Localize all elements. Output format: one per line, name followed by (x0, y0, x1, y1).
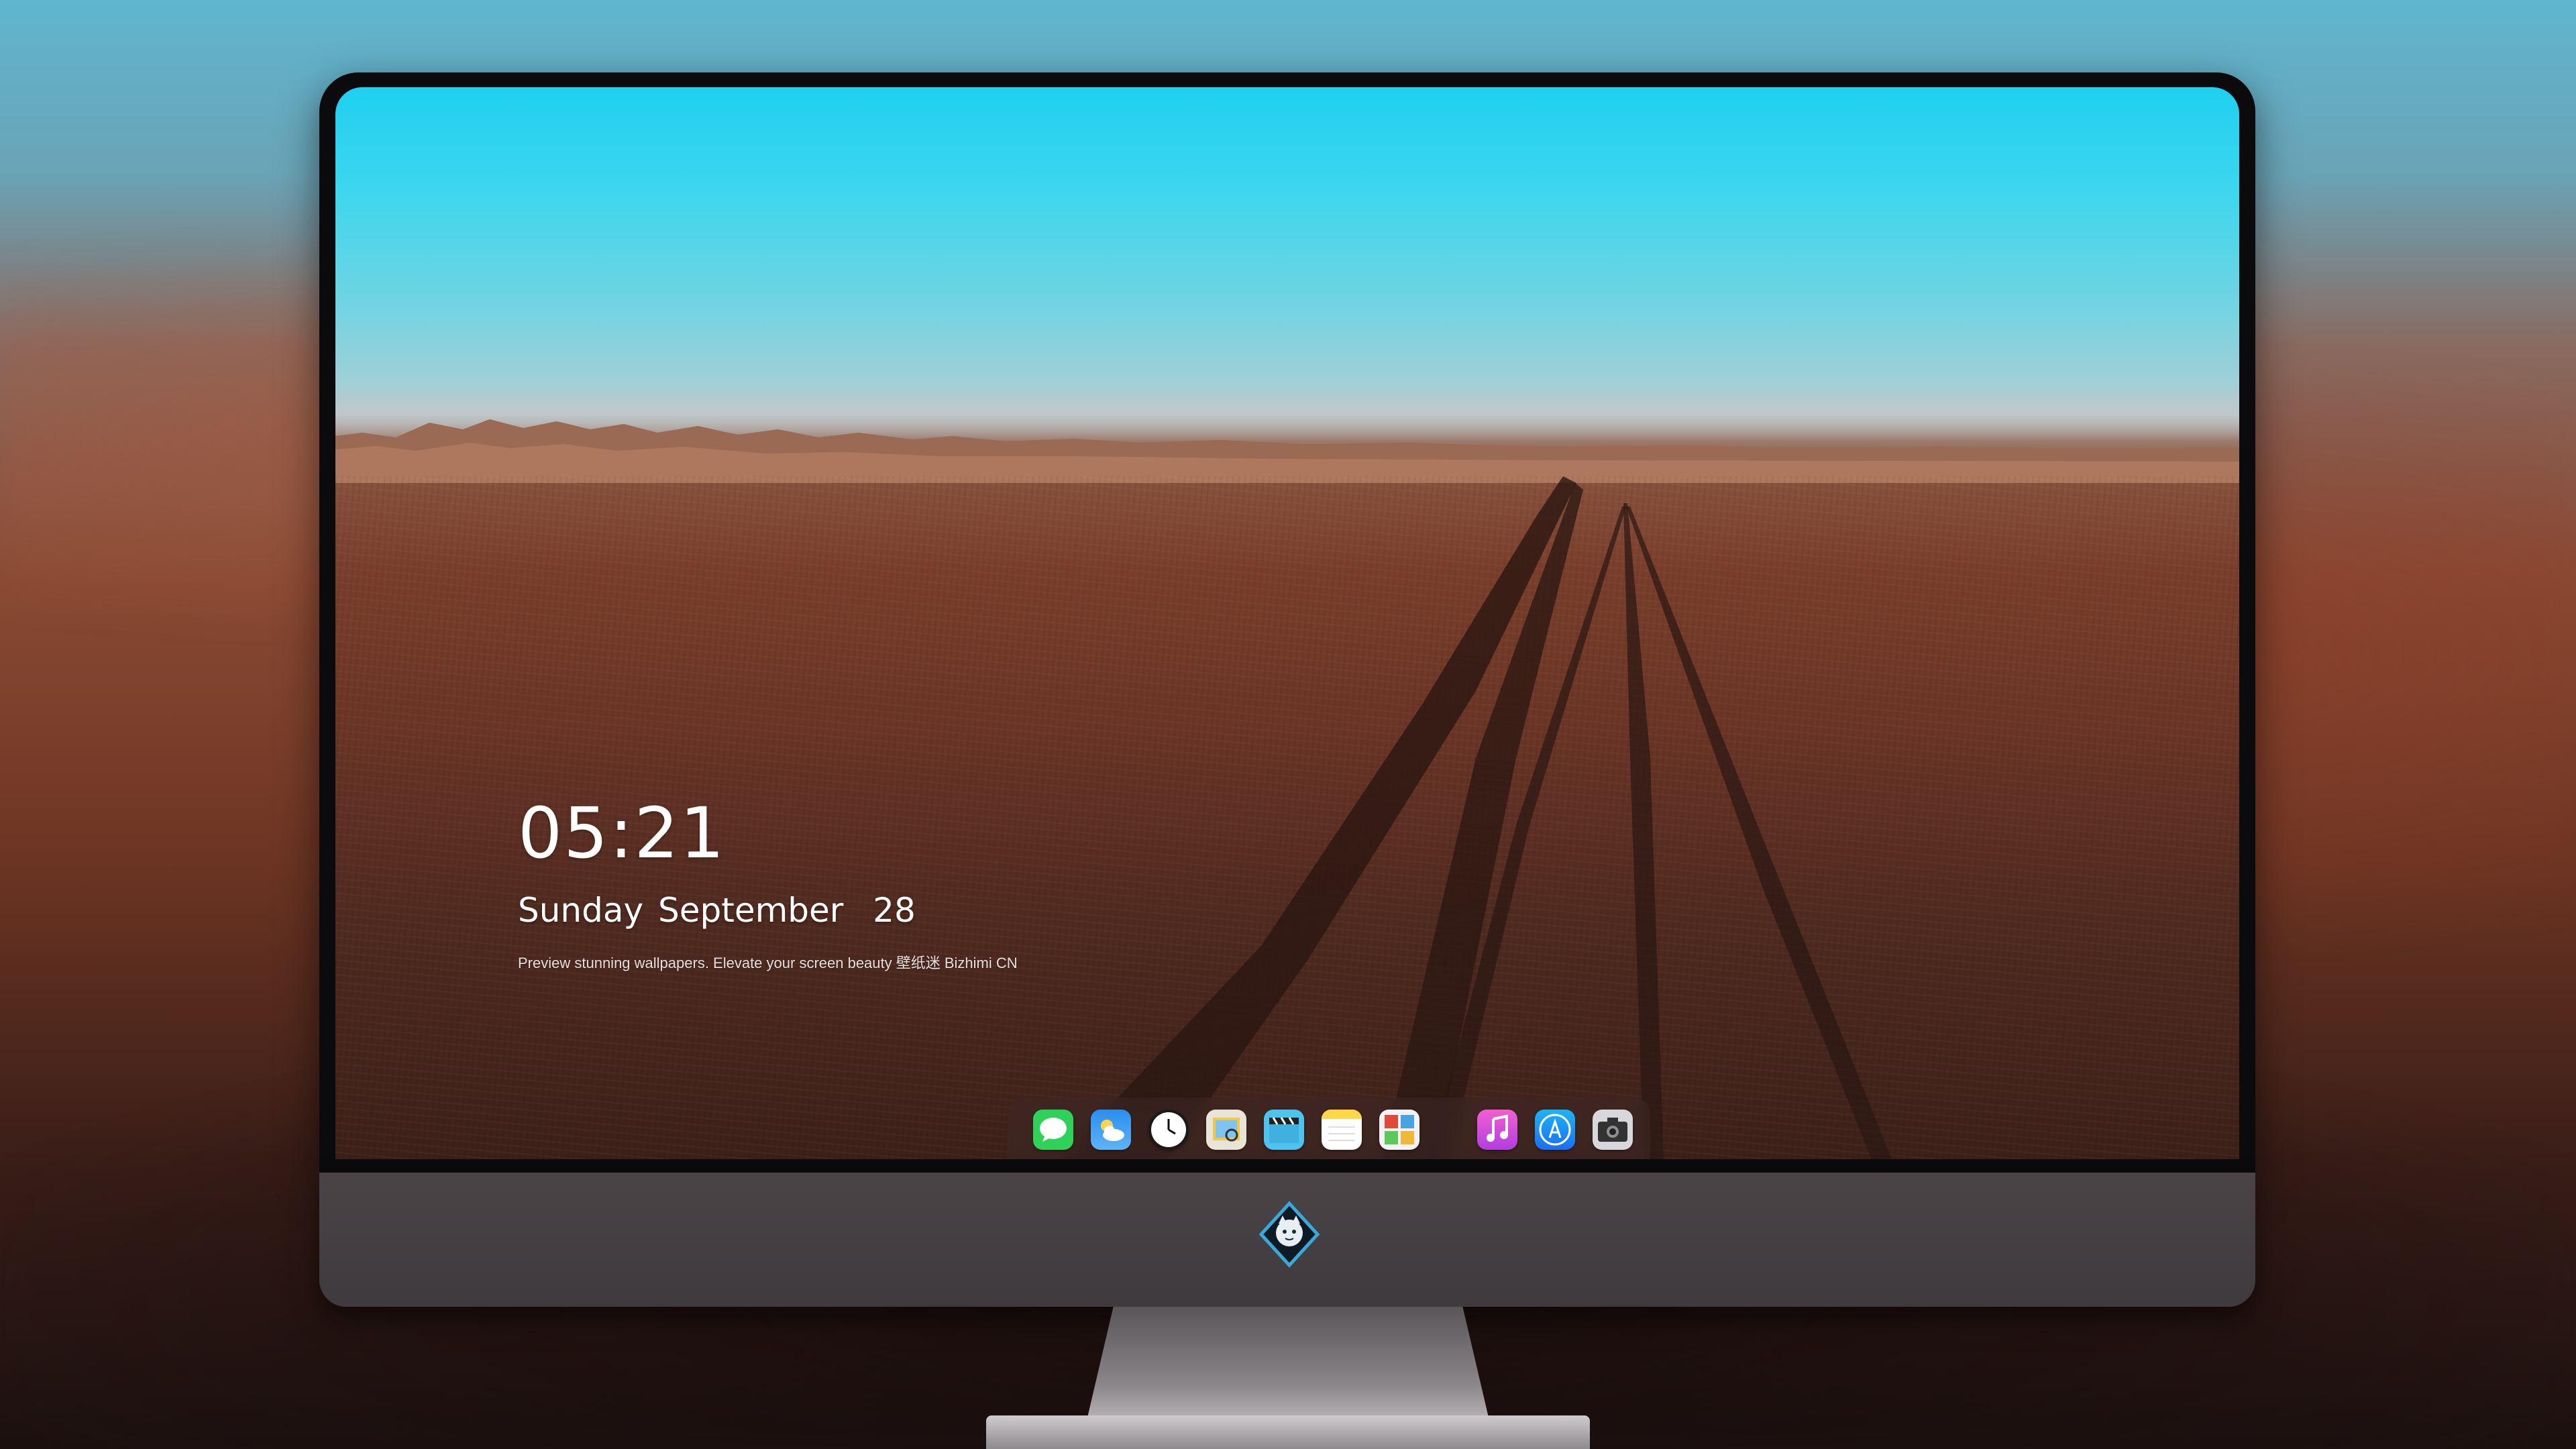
clips-icon[interactable] (1264, 1110, 1304, 1150)
notes-icon[interactable] (1322, 1110, 1362, 1150)
monitor: 05:21 Sunday September 28 Preview stunni… (319, 72, 2255, 1307)
clock-time: 05:21 (518, 792, 726, 874)
app-store-icon[interactable] (1535, 1110, 1575, 1150)
monitor-bezel: 05:21 Sunday September 28 Preview stunni… (319, 72, 2255, 1173)
monitor-chin (319, 1173, 2255, 1307)
camera-icon[interactable] (1593, 1110, 1633, 1150)
photo-booth-icon[interactable] (1379, 1110, 1419, 1150)
wallpaper-tagline: Preview stunning wallpapers. Elevate you… (518, 955, 1018, 971)
messages-icon[interactable] (1033, 1110, 1073, 1150)
clock-icon[interactable] (1148, 1110, 1189, 1150)
dock (1008, 1097, 1650, 1159)
shadow-figures (1060, 476, 1892, 1159)
clock-date: Sunday September 28 (518, 891, 916, 930)
lock-screen-info: 05:21 Sunday September 28 Preview stunni… (518, 798, 1018, 973)
preview-icon[interactable] (1206, 1110, 1246, 1150)
monitor-stand-base (986, 1415, 1590, 1449)
lock-screen[interactable]: 05:21 Sunday September 28 Preview stunni… (335, 87, 2239, 1159)
weather-icon[interactable] (1091, 1110, 1131, 1150)
mascot-logo-icon (1258, 1201, 1320, 1268)
music-icon[interactable] (1477, 1110, 1517, 1150)
